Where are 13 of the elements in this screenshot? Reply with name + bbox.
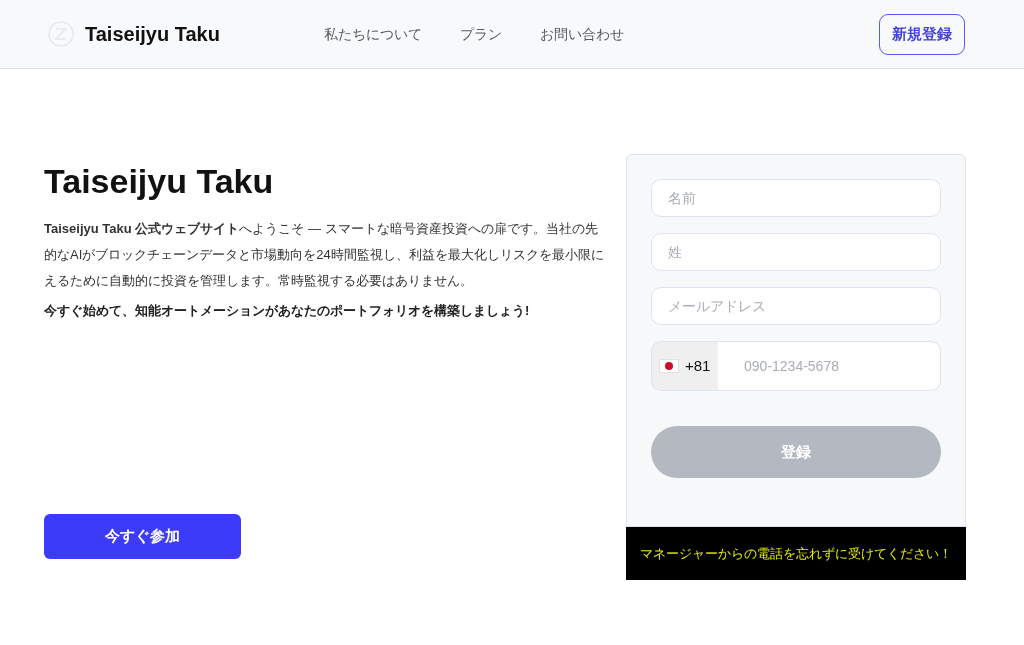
nav-link[interactable]: 私たちについて [323, 23, 422, 45]
nav-link[interactable]: プラン [459, 23, 502, 45]
hero-title: Taiseijyu Taku [44, 161, 274, 202]
text-input-field[interactable]: メールアドレス [651, 287, 941, 325]
join-button[interactable]: 今すぐ参加 [44, 514, 241, 559]
notice-text: マネージャーからの電話を忘れずに受けてください！ [640, 544, 952, 563]
text-input-field[interactable]: 名前 [651, 179, 941, 217]
call-to-action-text: 今すぐ始めて、知能オートメーションがあなたのポートフォリオを構築しましょう! [44, 302, 530, 320]
brand-name: Taiseijyu Taku [85, 22, 220, 47]
text-input-field[interactable]: 姓 [651, 233, 941, 271]
nav-link[interactable]: お問い合わせ [539, 23, 624, 45]
intro-paragraph: Taiseijyu Taku 公式ウェブサイトへようこそ — スマートな暗号資産投資への扉です。当社の先 的なAIがブロックチェーンデータと市場動向を24時間監視し、利益を最大化しリスクを最小限に えるために自動的に投資を管理します。常時監視する必要はありません。 [44, 220, 604, 290]
signup-button[interactable]: 新規登録 [879, 13, 965, 55]
